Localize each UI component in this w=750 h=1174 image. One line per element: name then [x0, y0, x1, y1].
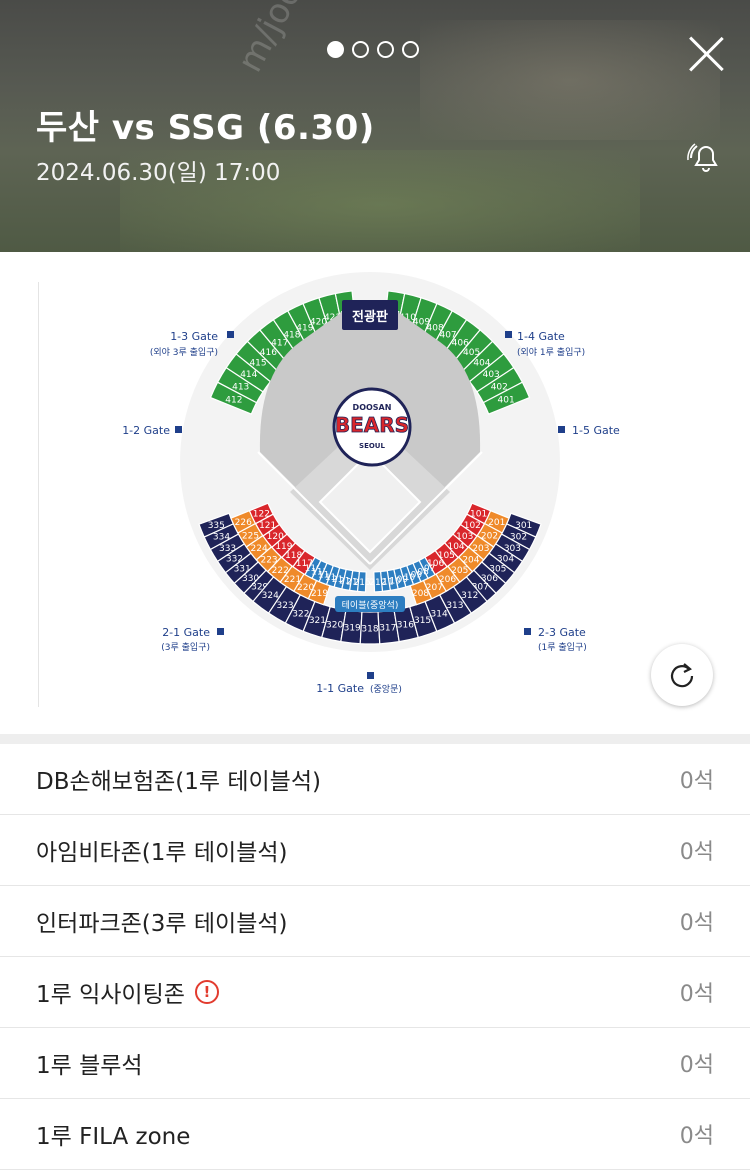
close-icon[interactable] — [686, 33, 726, 73]
seat-grade-label: DB손해보험존(1루 테이블석) — [36, 769, 321, 795]
seat-section-label: 412 — [225, 396, 242, 406]
watermark: m/joonggonara — [230, 0, 387, 79]
seat-section-label: 322 — [292, 609, 309, 619]
seat-section-label: 414 — [240, 370, 257, 380]
seat-section-label: 318 — [361, 625, 378, 635]
seat-section-label: 315 — [414, 616, 431, 626]
seat-grade-list: DB손해보험존(1루 테이블석) 0석 아임비타존(1루 테이블석) 0석 인터… — [0, 744, 750, 1170]
seat-grade-label: 인터파크존(3루 테이블석) — [36, 911, 288, 937]
seat-section-label: 319 — [344, 624, 361, 634]
seat-grade-label: 1루 FILA zone — [36, 1124, 191, 1150]
seat-section-label: 323 — [276, 601, 293, 611]
seat-grade-name: DB손해보험존(1루 테이블석) — [36, 762, 321, 796]
logo-text-top: DOOSAN — [353, 403, 392, 412]
gate-sublabel: (외야 1루 출입구) — [517, 346, 585, 358]
seat-grade-label: 1루 블루석 — [36, 1053, 143, 1079]
seat-grade-name: 아임비타존(1루 테이블석) — [36, 833, 288, 867]
seat-count: 0석 — [679, 840, 714, 865]
gate-sublabel: (1루 출입구) — [538, 641, 587, 653]
seat-section-label: 321 — [309, 616, 326, 626]
gate-label: 1-2 Gate — [122, 424, 170, 437]
gate-marker — [175, 426, 182, 433]
page-dot[interactable] — [352, 41, 369, 58]
seat-section-label: 320 — [326, 621, 343, 631]
page-title: 두산 vs SSG (6.30) — [36, 108, 375, 148]
seat-section-label: 401 — [498, 396, 515, 406]
gate-label: 1-1 Gate — [316, 682, 364, 695]
logo-text-main: BEARS — [335, 413, 409, 437]
event-header: m/joonggonara 두산 vs SSG (6.30) 2024.06.3… — [0, 0, 750, 252]
seat-grade-name: 1루 익사이팅존 ! — [36, 975, 219, 1009]
seat-section-label: 215 — [354, 578, 371, 588]
seat-grade-label: 1루 익사이팅존 — [36, 982, 185, 1008]
warning-icon[interactable]: ! — [194, 980, 219, 1004]
gate-label: 2-1 Gate — [162, 626, 210, 639]
section-divider — [0, 734, 750, 744]
seat-section-label: 312 — [461, 591, 478, 601]
refresh-icon — [670, 663, 694, 688]
scoreboard-label: 전광판 — [352, 309, 388, 325]
seat-grade-label: 아임비타존(1루 테이블석) — [36, 840, 288, 866]
header-background-blur — [420, 20, 720, 140]
list-item[interactable]: 1루 익사이팅존 ! 0석 — [0, 957, 750, 1028]
seat-count: 0석 — [679, 769, 714, 794]
bell-icon[interactable] — [683, 136, 729, 182]
list-item[interactable]: 아임비타존(1루 테이블석) 0석 — [0, 815, 750, 886]
list-item[interactable]: 1루 블루석 0석 — [0, 1028, 750, 1099]
gate-marker — [227, 331, 234, 338]
seat-count: 0석 — [679, 911, 714, 936]
seat-section-label: 208 — [412, 589, 429, 599]
list-item[interactable]: DB손해보험존(1루 테이블석) 0석 — [0, 744, 750, 815]
seat-section-label: 313 — [446, 601, 463, 611]
gate-marker — [217, 628, 224, 635]
seat-grade-name: 1루 FILA zone — [36, 1117, 190, 1151]
central-section-label: 테이블(중앙석) — [342, 599, 399, 611]
seat-section-label: 324 — [262, 591, 279, 601]
gate-label: 1-3 Gate — [170, 330, 218, 343]
page-dot[interactable] — [327, 41, 344, 58]
seat-section-label: 212 — [369, 578, 386, 588]
seat-section-label: 316 — [397, 621, 414, 631]
gate-marker — [367, 672, 374, 679]
gate-marker — [505, 331, 512, 338]
gate-sublabel: (외야 3루 출입구) — [150, 346, 218, 358]
page-dot[interactable] — [377, 41, 394, 58]
seat-count: 0석 — [679, 1124, 714, 1149]
seat-section-label: 413 — [232, 382, 249, 392]
seat-section-label: 317 — [379, 624, 396, 634]
stadium-map: 4124134144154164174184194204214224114104… — [122, 272, 620, 695]
gate-label: 2-3 Gate — [538, 626, 586, 639]
gate-label: 1-4 Gate — [517, 330, 565, 343]
seat-map-panel: 4124134144154164174184194204214224114104… — [0, 252, 750, 734]
seat-section-label: 219 — [311, 589, 328, 599]
gate-sublabel: (중앙문) — [370, 683, 402, 695]
page-indicator — [327, 41, 419, 58]
seat-grade-name: 1루 블루석 — [36, 1046, 143, 1080]
list-item[interactable]: 1루 FILA zone 0석 — [0, 1099, 750, 1170]
list-item[interactable]: 인터파크존(3루 테이블석) 0석 — [0, 886, 750, 957]
seat-count: 0석 — [679, 982, 714, 1007]
gate-sublabel: (3루 출입구) — [161, 641, 210, 653]
seat-section-label: 416 — [260, 348, 277, 358]
page-dot[interactable] — [402, 41, 419, 58]
logo-text-bottom: SEOUL — [359, 442, 385, 450]
seat-grade-name: 인터파크존(3루 테이블석) — [36, 904, 288, 938]
refresh-button[interactable] — [651, 644, 713, 706]
event-datetime: 2024.06.30(일) 17:00 — [36, 160, 281, 186]
gate-marker — [558, 426, 565, 433]
gate-marker — [524, 628, 531, 635]
seat-section-label: 415 — [249, 359, 266, 369]
gate-label: 1-5 Gate — [572, 424, 620, 437]
seat-count: 0석 — [679, 1053, 714, 1078]
